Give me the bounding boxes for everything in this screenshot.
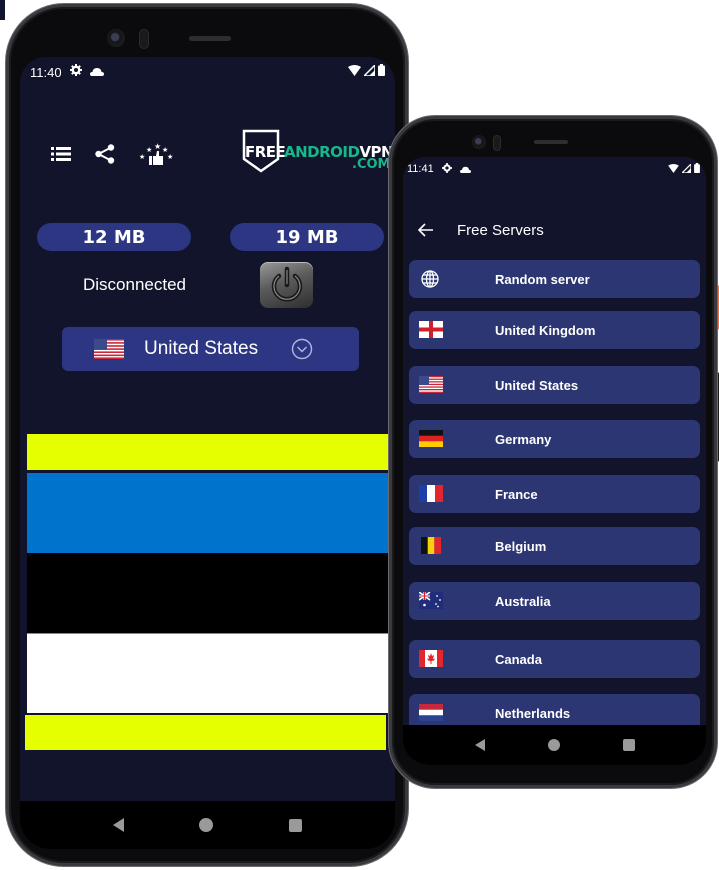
wifi-icon — [348, 63, 361, 81]
power-icon — [271, 266, 302, 302]
flag-ca-icon — [419, 650, 443, 667]
front-camera — [107, 29, 125, 47]
banner-stripe-blue — [27, 473, 388, 553]
upload-counter: 19 MB — [230, 223, 384, 251]
status-time: 11:40 — [30, 64, 62, 80]
page-title: Free Servers — [457, 221, 544, 239]
signal-icon — [362, 63, 376, 81]
connection-status: Disconnected — [83, 275, 187, 294]
svg-text:★: ★ — [167, 153, 173, 161]
status-bar: 11:41 — [403, 157, 706, 181]
flag-fr-icon — [419, 485, 443, 502]
flag-au-icon — [419, 592, 443, 609]
sensor — [139, 29, 149, 49]
nav-back-button[interactable] — [112, 818, 124, 832]
server-label: Belgium — [495, 538, 547, 554]
banner-stripe-white — [27, 633, 388, 713]
rate-icon: ★★ ★★ ★ — [139, 142, 173, 165]
server-label: United Kingdom — [495, 322, 596, 338]
rate-app-button[interactable]: ★ ★ ★ ★ ★ — [138, 142, 174, 165]
signal-icon — [680, 160, 692, 178]
servers-screen: 11:41 Free Servers Random server United … — [403, 157, 706, 765]
server-label: Australia — [495, 593, 551, 609]
logo-com: .COM — [352, 157, 391, 172]
nav-recents-button[interactable] — [622, 739, 635, 751]
battery-icon — [694, 160, 700, 178]
phone-servers-screen: 11:41 Free Servers Random server United … — [389, 116, 717, 788]
status-bar: 11:40 — [20, 57, 395, 87]
share-icon — [95, 144, 115, 164]
menu-list-button[interactable] — [50, 143, 72, 165]
flag-us-icon — [419, 376, 443, 393]
status-time: 11:41 — [407, 163, 434, 175]
gear-icon — [69, 63, 82, 81]
logo-free: FREE — [245, 143, 286, 161]
toolbar: ★ ★ ★ ★ ★ — [50, 142, 174, 165]
server-item-united-kingdom[interactable]: United Kingdom — [409, 311, 700, 349]
flag-nl-icon — [419, 704, 443, 721]
brand-logo: FREE ANDROIDVPN .COM — [242, 129, 395, 179]
selected-country-name: United States — [144, 338, 259, 359]
server-item-france[interactable]: France — [409, 475, 700, 513]
banner-stripe-yellow-bottom — [25, 715, 386, 750]
arrow-left-icon[interactable] — [417, 221, 435, 239]
flag-de-icon — [419, 430, 443, 447]
server-item-australia[interactable]: Australia — [409, 582, 700, 620]
server-item-belgium[interactable]: Belgium — [409, 527, 700, 565]
wifi-icon — [668, 160, 679, 178]
download-counter: 12 MB — [37, 223, 191, 251]
servers-header: Free Servers — [403, 215, 706, 245]
navigation-bar — [20, 801, 395, 849]
server-item-random[interactable]: Random server — [409, 260, 700, 298]
share-button[interactable] — [94, 143, 116, 165]
earpiece-speaker — [534, 140, 568, 144]
globe-icon — [421, 270, 439, 288]
nav-home-button[interactable] — [199, 818, 214, 832]
server-item-germany[interactable]: Germany — [409, 420, 700, 458]
nav-home-button[interactable] — [547, 739, 560, 751]
banner-stripe-yellow — [27, 434, 388, 470]
chevron-down-icon — [291, 338, 313, 360]
sensor — [493, 135, 501, 151]
server-label: Canada — [495, 651, 542, 667]
server-label: Random server — [495, 271, 590, 287]
flag-gb-icon — [419, 321, 443, 338]
server-label: Netherlands — [495, 705, 571, 721]
battery-icon — [378, 63, 385, 81]
list-icon — [51, 147, 71, 161]
svg-text:★: ★ — [154, 142, 161, 151]
nav-back-button[interactable] — [474, 739, 485, 751]
flag-be-icon — [421, 537, 441, 554]
main-screen: 11:40 ★ ★ ★ ★ ★ FREE ANDROIDVPN .COM 12 … — [20, 57, 395, 849]
cloud-icon — [459, 160, 471, 178]
navigation-bar — [403, 725, 706, 765]
nav-recents-button[interactable] — [289, 818, 303, 832]
banner-stripe-black — [27, 553, 388, 633]
server-label: United States — [495, 377, 579, 393]
connect-power-button[interactable] — [260, 262, 313, 308]
svg-text:★: ★ — [139, 153, 145, 161]
svg-text:★: ★ — [146, 146, 152, 154]
server-label: Germany — [495, 431, 552, 447]
phone-main-screen: 11:40 ★ ★ ★ ★ ★ FREE ANDROIDVPN .COM 12 … — [6, 4, 408, 866]
earpiece-speaker — [189, 36, 231, 41]
flag-us-icon — [94, 339, 124, 359]
server-label: France — [495, 486, 538, 502]
front-camera — [472, 135, 486, 149]
server-item-united-states[interactable]: United States — [409, 366, 700, 404]
corner-mark — [0, 0, 5, 20]
country-selector[interactable]: United States — [62, 327, 359, 371]
gear-icon — [441, 160, 452, 178]
server-item-canada[interactable]: Canada — [409, 640, 700, 678]
cloud-icon — [89, 63, 104, 81]
